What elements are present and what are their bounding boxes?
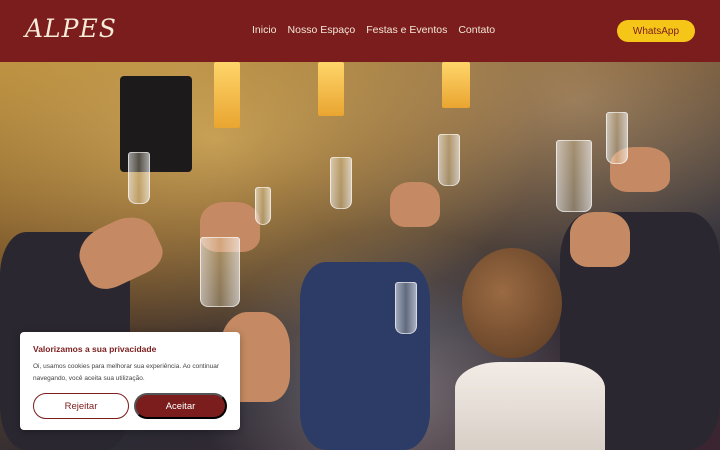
whatsapp-button[interactable]: WhatsApp <box>617 20 695 42</box>
champagne-glass <box>255 187 271 225</box>
cookie-consent-banner: Valorizamos a sua privacidade Oi, usamos… <box>20 332 240 430</box>
accept-cookies-button[interactable]: Aceitar <box>134 393 227 419</box>
champagne-glass <box>438 134 460 186</box>
champagne-glass <box>606 112 628 164</box>
ceiling-lamp <box>214 62 240 128</box>
bride-hair <box>462 248 562 358</box>
reject-cookies-button[interactable]: Rejeitar <box>33 393 129 419</box>
nav-link-nosso-espaco[interactable]: Nosso Espaço <box>288 24 356 36</box>
champagne-glass <box>556 140 592 212</box>
cookie-title: Valorizamos a sua privacidade <box>33 344 157 354</box>
nav-link-inicio[interactable]: Inicio <box>252 24 277 36</box>
champagne-glass <box>128 152 150 204</box>
nav-link-contato[interactable]: Contato <box>458 24 495 36</box>
champagne-glass <box>395 282 417 334</box>
raised-hand <box>570 212 630 267</box>
champagne-glass <box>330 157 352 209</box>
champagne-glass <box>200 237 240 307</box>
nav-link-festas-eventos[interactable]: Festas e Eventos <box>366 24 447 36</box>
cookie-text: Oi, usamos cookies para melhorar sua exp… <box>33 363 220 382</box>
site-logo[interactable]: ALPES <box>25 14 117 43</box>
ceiling-lamp <box>318 62 344 116</box>
main-nav: Inicio Nosso Espaço Festas e Eventos Con… <box>252 24 495 36</box>
raised-hand <box>390 182 440 227</box>
site-header: ALPES Inicio Nosso Espaço Festas e Event… <box>0 0 720 62</box>
bride-dress <box>455 362 605 450</box>
ceiling-lamp <box>442 62 470 108</box>
